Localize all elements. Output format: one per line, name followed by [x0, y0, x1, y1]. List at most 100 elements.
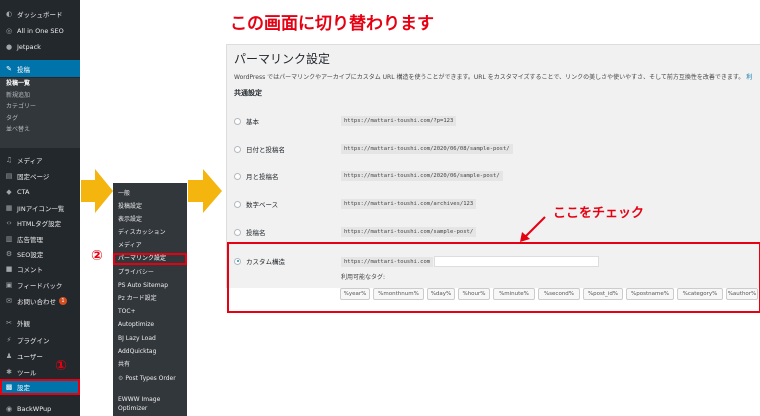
tag-button-second[interactable]: %second%	[538, 288, 580, 300]
flyout-item-privacy[interactable]: プライバシー	[113, 267, 187, 279]
feedback-icon: ▣	[5, 280, 13, 289]
option-plain[interactable]: 基本	[234, 115, 259, 127]
flyout-item-bj-lazy-load[interactable]: BJ Lazy Load	[113, 333, 187, 345]
url-day-name: https://mattari-toushi.com/2020/06/08/sa…	[341, 144, 513, 154]
radio-custom-structure[interactable]	[234, 257, 241, 265]
flyout-item-post-types-order[interactable]: ⚙ Post Types Order	[113, 373, 187, 385]
submenu-tags[interactable]: タグ	[0, 113, 80, 125]
tag-button-post-id[interactable]: %post_id%	[583, 288, 623, 300]
flyout-item-toc-plus[interactable]: TOC+	[113, 306, 187, 318]
tag-button-author[interactable]: %author%	[726, 288, 758, 300]
sidebar-item-posts[interactable]: ✎ 投稿	[0, 60, 80, 77]
sidebar-item-plugins[interactable]: ⚡ プラグイン	[0, 331, 80, 348]
tag-button-category[interactable]: %category%	[677, 288, 723, 300]
custom-structure-input[interactable]	[434, 256, 599, 267]
option-custom-structure[interactable]: カスタム構造	[234, 255, 285, 267]
option-post-name[interactable]: 投稿名	[234, 226, 266, 238]
sidebar-item-all-in-one-seo[interactable]: ◎ All in One SEO	[0, 22, 80, 39]
sidebar-item-jetpack[interactable]: ● Jetpack	[0, 38, 80, 55]
flyout-item-discussion[interactable]: ディスカッション	[113, 227, 187, 239]
page-heading: この画面に切り替わります	[230, 14, 434, 34]
sidebar-item-dashboard[interactable]: ◐ ダッシュボード	[0, 5, 80, 22]
step-two-marker: ②	[91, 248, 103, 264]
available-tags-label: 利用可能なタグ:	[341, 274, 386, 281]
radio-numeric[interactable]	[234, 200, 241, 208]
sidebar-item-appearance[interactable]: ✂ 外観	[0, 314, 80, 331]
submenu-categories[interactable]: カテゴリー	[0, 101, 80, 113]
tag-button-minute[interactable]: %minute%	[493, 288, 535, 300]
posts-submenu: 投稿一覧 新規追加 カテゴリー タグ 並べ替え	[0, 78, 80, 148]
jetpack-icon: ●	[5, 42, 13, 51]
flyout-item-pz-card[interactable]: Pz カード設定	[113, 293, 187, 305]
page-description: WordPress ではパーマリンクやアーカイブにカスタム URL 構造を使うこ…	[234, 74, 753, 81]
arrow-right-icon	[188, 169, 222, 213]
sidebar-item-media[interactable]: ♫ メディア	[0, 151, 80, 168]
tag-button-monthnum[interactable]: %monthnum%	[373, 288, 424, 300]
flyout-item-media[interactable]: メディア	[113, 240, 187, 252]
sidebar-item-tools[interactable]: ✱ ツール	[0, 363, 80, 380]
flyout-item-ps-auto-sitemap[interactable]: PS Auto Sitemap	[113, 280, 187, 292]
submenu-reorder[interactable]: 並べ替え	[0, 124, 80, 136]
tag-button-day[interactable]: %day%	[427, 288, 455, 300]
settings-icon: ▩	[5, 383, 13, 391]
sidebar-item-comments[interactable]: ■ コメント	[0, 260, 80, 277]
option-month-name[interactable]: 月と投稿名	[234, 170, 279, 182]
step-one-marker: ①	[55, 358, 67, 374]
url-plain: https://mattari-toushi.com/?p=123	[341, 116, 457, 126]
submenu-all-posts[interactable]: 投稿一覧	[0, 78, 80, 90]
media-icon: ♫	[5, 155, 13, 164]
flyout-item-writing[interactable]: 投稿設定	[113, 201, 187, 213]
flyout-item-ewww-optimizer[interactable]: Optimizer	[113, 403, 187, 415]
option-day-name[interactable]: 日付と投稿名	[234, 143, 285, 155]
page-title: パーマリンク設定	[234, 52, 331, 66]
comment-icon: ■	[5, 264, 13, 273]
callout-text: ここをチェック	[553, 206, 645, 221]
user-icon: ♟	[5, 351, 13, 360]
sidebar-item-settings[interactable]: ▩ 設定	[0, 379, 80, 395]
plugin-icon: ⚡	[6, 335, 12, 344]
dashboard-icon: ◐	[5, 9, 13, 18]
submenu-add-new[interactable]: 新規追加	[0, 90, 80, 102]
url-custom-base: https://mattari-toushi.com	[341, 257, 434, 267]
flyout-item-addquicktag[interactable]: AddQuicktag	[113, 346, 187, 358]
page-icon: ▤	[5, 171, 13, 180]
seo-settings-icon: ⚙	[5, 249, 13, 258]
sidebar-item-html-tags[interactable]: ‹› HTMLタグ設定	[0, 214, 80, 231]
flyout-item-reading[interactable]: 表示設定	[113, 214, 187, 226]
notification-badge: 1	[59, 296, 67, 305]
radio-post-name[interactable]	[234, 228, 241, 236]
ad-icon: ▥	[5, 234, 13, 243]
section-title: 共通設定	[234, 89, 262, 97]
seo-icon: ◎	[5, 26, 13, 35]
tag-button-year[interactable]: %year%	[340, 288, 370, 300]
callout-arrow-icon	[520, 216, 546, 242]
gear-icon: ⚙	[118, 375, 124, 382]
sidebar-item-pages[interactable]: ▤ 固定ページ	[0, 167, 80, 184]
permalink-settings-panel: パーマリンク設定 WordPress ではパーマリンクやアーカイブにカスタム U…	[226, 44, 760, 313]
description-link[interactable]: 利	[746, 74, 752, 81]
radio-month-name[interactable]	[234, 172, 241, 180]
radio-day-name[interactable]	[234, 145, 241, 153]
sidebar-item-contact[interactable]: ✉ お問い合わせ 1	[0, 292, 80, 309]
flyout-item-autoptimize[interactable]: Autoptimize	[113, 319, 187, 331]
flyout-item-share[interactable]: 共有	[113, 359, 187, 371]
url-post-name: https://mattari-toushi.com/sample-post/	[341, 227, 477, 237]
arrow-right-icon	[81, 169, 113, 213]
jin-icon: ▦	[5, 203, 13, 212]
sidebar-item-backwpup[interactable]: ◉ BackWPup	[0, 400, 80, 416]
cta-icon: ◆	[6, 187, 12, 196]
tag-button-hour[interactable]: %hour%	[458, 288, 490, 300]
tag-button-postname[interactable]: %postname%	[626, 288, 674, 300]
sidebar-item-feedback[interactable]: ▣ フィードバック	[0, 276, 80, 293]
custom-structure-highlight	[227, 242, 760, 313]
pin-icon: ✎	[6, 64, 12, 73]
backup-icon: ◉	[5, 404, 13, 413]
flyout-item-general[interactable]: 一般	[113, 188, 187, 200]
settings-flyout-menu: 一般 投稿設定 表示設定 ディスカッション メディア パーマリンク設定 プライバ…	[113, 183, 187, 416]
sidebar-item-users[interactable]: ♟ ユーザー	[0, 347, 80, 364]
code-icon: ‹›	[6, 218, 12, 227]
radio-plain[interactable]	[234, 117, 241, 125]
flyout-item-permalinks[interactable]: パーマリンク設定	[113, 253, 187, 265]
sidebar-item-cta[interactable]: ◆ CTA	[0, 183, 80, 200]
option-numeric[interactable]: 数字ベース	[234, 198, 278, 210]
